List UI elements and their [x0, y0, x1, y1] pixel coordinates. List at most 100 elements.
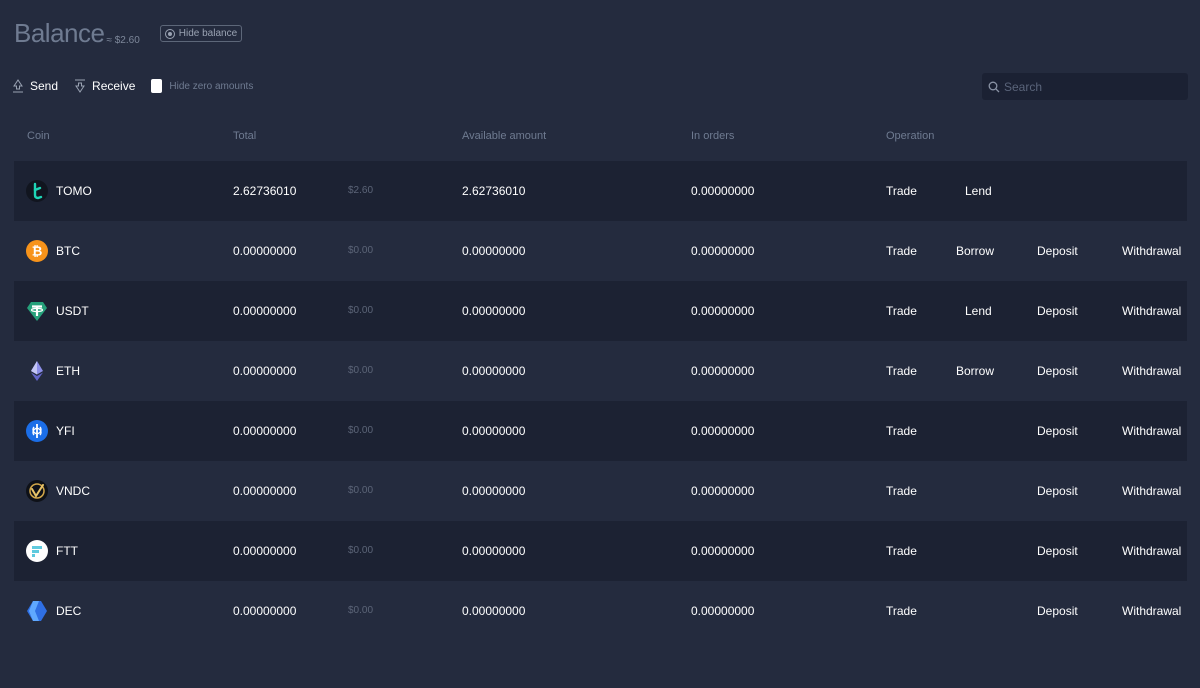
withdrawal-button[interactable]: Withdrawal	[1122, 304, 1181, 318]
table-row: YFI 0.00000000 $0.00 0.00000000 0.000000…	[14, 401, 1187, 461]
total-amount: 2.62736010	[233, 184, 297, 198]
column-header-in-orders[interactable]: In orders	[691, 130, 734, 142]
total-amount: 0.00000000	[233, 484, 297, 498]
column-header-coin[interactable]: Coin	[27, 130, 50, 142]
hide-zero-checkbox[interactable]	[151, 79, 163, 93]
send-button[interactable]: Send	[12, 79, 58, 93]
coin-name: DEC	[56, 604, 82, 618]
in-orders-amount: 0.00000000	[691, 304, 755, 318]
svg-text:₿: ₿	[32, 245, 43, 260]
deposit-button[interactable]: Deposit	[1037, 244, 1078, 258]
table-row: USDT 0.00000000 $0.00 0.00000000 0.00000…	[14, 281, 1187, 341]
send-icon	[13, 79, 23, 93]
table-header: Coin Total Available amount In orders Op…	[0, 130, 1200, 144]
table-row: TOMO 2.62736010 $2.60 2.62736010 0.00000…	[14, 161, 1187, 221]
table-row: VNDC 0.00000000 $0.00 0.00000000 0.00000…	[14, 461, 1187, 521]
balance-header: Balance ≈ $2.60 Hide balance	[14, 18, 243, 48]
tomo-icon	[26, 180, 48, 202]
borrow-button[interactable]: Borrow	[956, 364, 994, 378]
coin-name: USDT	[56, 304, 89, 318]
available-amount: 0.00000000	[462, 484, 526, 498]
yfi-icon	[26, 420, 48, 442]
total-usd: $0.00	[348, 425, 374, 436]
ftt-icon	[26, 540, 48, 562]
deposit-button[interactable]: Deposit	[1037, 364, 1078, 378]
column-header-available[interactable]: Available amount	[462, 130, 546, 142]
total-usd: $0.00	[348, 545, 374, 556]
deposit-button[interactable]: Deposit	[1037, 304, 1078, 318]
coin-name: BTC	[56, 244, 80, 258]
withdrawal-button[interactable]: Withdrawal	[1122, 244, 1181, 258]
vndc-icon	[26, 480, 48, 502]
eye-icon	[164, 28, 175, 39]
total-amount: 0.00000000	[233, 244, 297, 258]
send-label: Send	[30, 79, 59, 93]
in-orders-amount: 0.00000000	[691, 184, 755, 198]
borrow-button[interactable]: Borrow	[956, 244, 994, 258]
available-amount: 0.00000000	[462, 604, 526, 618]
total-usd: $0.00	[348, 245, 374, 256]
trade-button[interactable]: Trade	[886, 604, 917, 618]
total-amount: 0.00000000	[233, 544, 297, 558]
in-orders-amount: 0.00000000	[691, 604, 755, 618]
coin-name: VNDC	[56, 484, 91, 498]
coin-name: YFI	[56, 424, 75, 438]
trade-button[interactable]: Trade	[886, 484, 917, 498]
balance-toolbar: Send Receive Hide zero amounts	[12, 77, 253, 95]
page-title: Balance	[14, 18, 105, 48]
total-amount: 0.00000000	[233, 364, 297, 378]
in-orders-amount: 0.00000000	[691, 244, 755, 258]
coin-name: TOMO	[56, 184, 92, 198]
trade-button[interactable]: Trade	[886, 544, 917, 558]
available-amount: 0.00000000	[462, 304, 526, 318]
trade-button[interactable]: Trade	[886, 184, 917, 198]
hide-zero-label: Hide zero amounts	[169, 80, 254, 92]
trade-button[interactable]: Trade	[886, 364, 917, 378]
dec-icon	[27, 601, 47, 621]
withdrawal-button[interactable]: Withdrawal	[1122, 424, 1181, 438]
total-amount: 0.00000000	[233, 304, 297, 318]
in-orders-amount: 0.00000000	[691, 364, 755, 378]
eth-icon	[31, 361, 43, 381]
withdrawal-button[interactable]: Withdrawal	[1122, 544, 1181, 558]
balance-table: TOMO 2.62736010 $2.60 2.62736010 0.00000…	[14, 161, 1187, 641]
btc-icon: ₿	[26, 240, 48, 262]
deposit-button[interactable]: Deposit	[1037, 604, 1078, 618]
table-row: ETH 0.00000000 $0.00 0.00000000 0.000000…	[14, 341, 1187, 401]
hide-balance-label: Hide balance	[178, 28, 238, 39]
deposit-button[interactable]: Deposit	[1037, 484, 1078, 498]
deposit-button[interactable]: Deposit	[1037, 544, 1078, 558]
withdrawal-button[interactable]: Withdrawal	[1122, 484, 1181, 498]
available-amount: 0.00000000	[462, 424, 526, 438]
usdt-icon	[27, 302, 47, 321]
search-box	[982, 73, 1188, 100]
table-row: DEC 0.00000000 $0.00 0.00000000 0.000000…	[14, 581, 1187, 641]
coin-name: FTT	[56, 544, 78, 558]
total-usd: $0.00	[348, 485, 374, 496]
column-header-operation: Operation	[886, 130, 935, 142]
search-input[interactable]	[1004, 79, 1174, 94]
lend-button[interactable]: Lend	[965, 184, 992, 198]
in-orders-amount: 0.00000000	[691, 544, 755, 558]
total-usd: $0.00	[348, 365, 374, 376]
total-usd: $0.00	[348, 605, 374, 616]
trade-button[interactable]: Trade	[886, 304, 917, 318]
available-amount: 0.00000000	[462, 364, 526, 378]
table-row: ₿ BTC 0.00000000 $0.00 0.00000000 0.0000…	[14, 221, 1187, 281]
receive-label: Receive	[92, 79, 136, 93]
in-orders-amount: 0.00000000	[691, 484, 755, 498]
table-row: FTT 0.00000000 $0.00 0.00000000 0.000000…	[14, 521, 1187, 581]
total-usd: $0.00	[348, 305, 374, 316]
withdrawal-button[interactable]: Withdrawal	[1122, 604, 1181, 618]
lend-button[interactable]: Lend	[965, 304, 992, 318]
hide-balance-button[interactable]: Hide balance	[159, 25, 243, 42]
deposit-button[interactable]: Deposit	[1037, 424, 1078, 438]
trade-button[interactable]: Trade	[886, 244, 917, 258]
available-amount: 2.62736010	[462, 184, 526, 198]
receive-button[interactable]: Receive	[74, 79, 135, 93]
coin-name: ETH	[56, 364, 80, 378]
withdrawal-button[interactable]: Withdrawal	[1122, 364, 1181, 378]
column-header-total[interactable]: Total	[233, 130, 256, 142]
trade-button[interactable]: Trade	[886, 424, 917, 438]
balance-approx-value: ≈ $2.60	[106, 35, 140, 46]
